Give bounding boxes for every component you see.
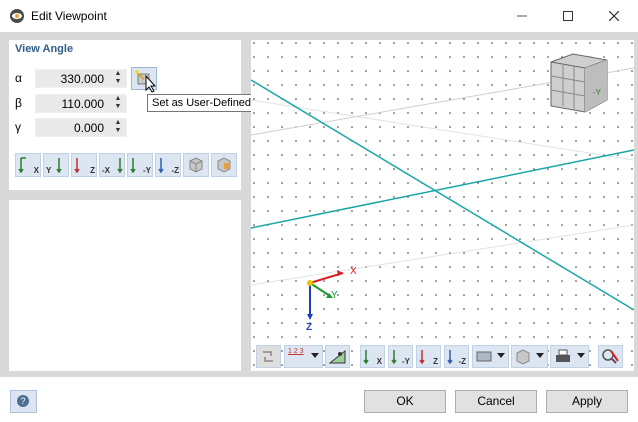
reset-view-button[interactable]	[598, 345, 623, 368]
alpha-spinner[interactable]: ▲ ▼	[113, 70, 123, 87]
chevron-down-icon	[536, 353, 544, 358]
cube-icon	[516, 349, 530, 365]
view-angle-title: View Angle	[15, 43, 74, 55]
print-dropdown[interactable]	[550, 345, 589, 368]
window-title: Edit Viewpoint	[31, 9, 107, 23]
beta-spinner[interactable]: ▲ ▼	[113, 95, 123, 112]
viewport-sync-button[interactable]	[256, 345, 281, 368]
display-mode-icon	[476, 351, 492, 362]
numbering-text: 1 2 3	[288, 348, 304, 355]
numbering-dropdown[interactable]: 1 2 3	[284, 345, 323, 368]
tb-view-z-button[interactable]: Z	[416, 345, 441, 368]
preview-list-panel	[9, 200, 241, 371]
cancel-button[interactable]: Cancel	[455, 390, 537, 413]
gamma-label: γ	[15, 120, 21, 134]
tb-view-neg-y-label: -Y	[402, 357, 410, 366]
view-z-label: Z	[90, 166, 95, 175]
beta-input[interactable]: 110.000 ▲ ▼	[35, 94, 127, 113]
apply-button[interactable]: Apply	[546, 390, 628, 413]
alpha-label: α	[15, 71, 22, 85]
app-icon	[10, 9, 24, 23]
navigation-cube-icon[interactable]	[550, 53, 608, 113]
display-mode-dropdown[interactable]	[472, 345, 509, 368]
sync-icon	[263, 351, 273, 362]
tb-view-neg-z-label: -Z	[458, 357, 466, 366]
mouse-cursor-icon	[145, 75, 157, 93]
printer-icon	[556, 349, 570, 362]
close-button[interactable]	[591, 0, 637, 32]
minimize-button[interactable]	[499, 0, 545, 32]
view-neg-z-button[interactable]: -Z	[155, 153, 181, 177]
tb-view-neg-y-button[interactable]: -Y	[388, 345, 413, 368]
view-iso-button[interactable]	[183, 153, 209, 177]
view-z-button[interactable]: Z	[71, 153, 97, 177]
alpha-input[interactable]: 330.000 ▲ ▼	[35, 69, 127, 88]
maximize-icon	[563, 11, 573, 21]
axis-z-label: Z	[306, 322, 313, 333]
view-neg-y-label: -Y	[143, 166, 151, 175]
tb-view-x-label: X	[376, 357, 382, 366]
help-icon: ?	[17, 395, 29, 407]
dialog-footer	[0, 377, 638, 422]
maximize-button[interactable]	[545, 0, 591, 32]
title-bar: Edit Viewpoint	[0, 0, 638, 32]
gamma-value: 0.000	[73, 121, 104, 135]
eye-ruler-icon	[328, 349, 346, 364]
chevron-down-icon	[497, 353, 505, 358]
viewport-3d[interactable]: X Y Z -Y	[251, 40, 634, 371]
show-view-button[interactable]	[325, 345, 350, 368]
view-x-button[interactable]: X	[15, 153, 41, 177]
chevron-down-icon	[577, 353, 585, 358]
iso-cube-icon	[189, 157, 203, 173]
render-mode-dropdown[interactable]	[511, 345, 548, 368]
tb-view-x-button[interactable]: X	[360, 345, 385, 368]
alpha-value: 330.000	[60, 72, 104, 86]
chevron-down-icon	[311, 353, 319, 358]
minimize-icon	[517, 15, 527, 17]
beta-value: 110.000	[61, 97, 105, 111]
view-y-button[interactable]: Y	[43, 153, 69, 177]
axis-x-label: X	[350, 266, 357, 277]
axis-y-label: Y	[331, 290, 338, 301]
view-x-label: X	[33, 166, 39, 175]
ok-button[interactable]: OK	[364, 390, 446, 413]
view-neg-x-button[interactable]: -X	[99, 153, 125, 177]
view-neg-z-label: -Z	[171, 166, 179, 175]
nav-cube-label: -Y	[593, 88, 601, 97]
tb-view-neg-z-button[interactable]: -Z	[444, 345, 469, 368]
tb-view-z-label: Z	[433, 357, 438, 366]
svg-text:?: ?	[20, 396, 25, 406]
help-button[interactable]: ?	[10, 390, 37, 413]
close-icon	[609, 11, 619, 21]
view-y-label: Y	[46, 166, 52, 175]
beta-label: β	[15, 96, 22, 110]
iso-cube-selected-icon	[217, 157, 231, 173]
view-iso2-button[interactable]	[211, 153, 237, 177]
reset-search-icon	[602, 349, 619, 364]
view-neg-x-label: -X	[102, 166, 110, 175]
view-neg-y-button[interactable]: -Y	[127, 153, 153, 177]
gamma-input[interactable]: 0.000 ▲ ▼	[35, 118, 127, 137]
gamma-spinner[interactable]: ▲ ▼	[113, 119, 123, 136]
